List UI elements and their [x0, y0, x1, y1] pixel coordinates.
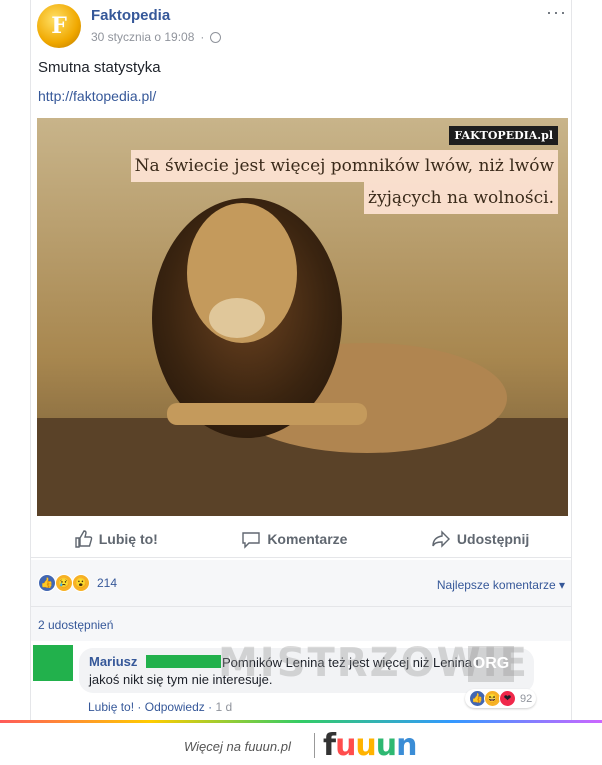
reaction-summary[interactable]: 👍 😢 😮 214	[38, 574, 117, 592]
globe-icon	[210, 31, 222, 43]
comment-reaction-count: 92	[520, 692, 533, 705]
love-reaction-icon: ❤	[499, 690, 516, 707]
quote-line-2: żyjących na wolności.	[364, 182, 558, 214]
comment-button[interactable]: Komentarze	[241, 529, 347, 549]
page-name[interactable]: Faktopedia	[91, 7, 170, 24]
comment-label: Komentarze	[267, 531, 348, 547]
share-icon	[432, 530, 450, 548]
facebook-post: F Faktopedia 30 stycznia o 19:08 · ··· S…	[30, 0, 572, 720]
censor-bar	[146, 655, 221, 668]
chevron-down-icon: ▾	[558, 578, 565, 592]
quote-line-1: Na świecie jest więcej pomników lwów, ni…	[130, 150, 558, 182]
image-quote: Na świecie jest więcej pomników lwów, ni…	[130, 150, 558, 214]
image-watermark: FAKTOPEDIA.pl	[449, 126, 558, 145]
like-reaction-icon: 👍	[38, 574, 56, 592]
page-avatar[interactable]: F	[37, 4, 81, 48]
shares-row: 2 udostępnień	[31, 607, 571, 641]
post-link[interactable]: http://faktopedia.pl/	[38, 88, 156, 104]
comment-like-link[interactable]: Lubię to!	[88, 700, 134, 714]
share-label: Udostępnij	[456, 531, 530, 547]
share-count[interactable]: 2 udostępnień	[38, 618, 113, 632]
logo-letter: n	[396, 728, 417, 763]
comment-time[interactable]: 1 d	[215, 700, 232, 714]
commenter-avatar[interactable]	[33, 645, 73, 681]
reaction-count: 214	[97, 576, 118, 590]
post-timestamp[interactable]: 30 stycznia o 19:08	[91, 30, 194, 44]
avatar-letter: F	[51, 13, 67, 39]
like-button[interactable]: Lubię to!	[73, 529, 158, 549]
footer-separator	[314, 733, 315, 758]
mistrzowie-org-badge: ORG	[468, 646, 514, 682]
footer-rainbow-divider	[0, 720, 602, 723]
logo-letter: u	[375, 728, 397, 763]
sad-reaction-icon: 😢	[55, 574, 73, 592]
post-meta: 30 stycznia o 19:08 ·	[91, 30, 222, 44]
logo-letter: u	[335, 728, 356, 763]
like-label: Lubię to!	[98, 531, 158, 547]
sort-label: Najlepsze komentarze	[436, 578, 556, 592]
comment-reply-link[interactable]: Odpowiedz	[145, 700, 205, 714]
comment-icon	[242, 532, 261, 549]
footer-tagline[interactable]: Więcej na fuuun.pl	[184, 739, 291, 754]
reactions-bar: 👍 😢 😮 214 Najlepsze komentarze ▾	[31, 560, 571, 607]
logo-letter: u	[355, 728, 376, 763]
post-actions: Lubię to! Komentarze Udostępnij	[31, 521, 571, 558]
logo-letter: f	[323, 728, 336, 763]
post-text: Smutna statystyka	[38, 59, 161, 76]
more-options-icon[interactable]: ···	[546, 2, 567, 23]
post-image[interactable]: FAKTOPEDIA.pl Na świecie jest więcej pom…	[37, 118, 568, 516]
comment-author[interactable]: Mariusz	[89, 654, 137, 669]
thumbs-up-icon	[75, 530, 93, 548]
fuuun-logo[interactable]: fuuun	[323, 728, 418, 763]
comment-reactions[interactable]: 👍 😆 ❤ 92	[465, 689, 537, 708]
wow-reaction-icon: 😮	[72, 574, 90, 592]
comment-sort-dropdown[interactable]: Najlepsze komentarze ▾	[437, 578, 565, 592]
comment-actions: Lubię to! · Odpowiedz · 1 d	[88, 700, 233, 714]
share-button[interactable]: Udostępnij	[431, 529, 529, 549]
